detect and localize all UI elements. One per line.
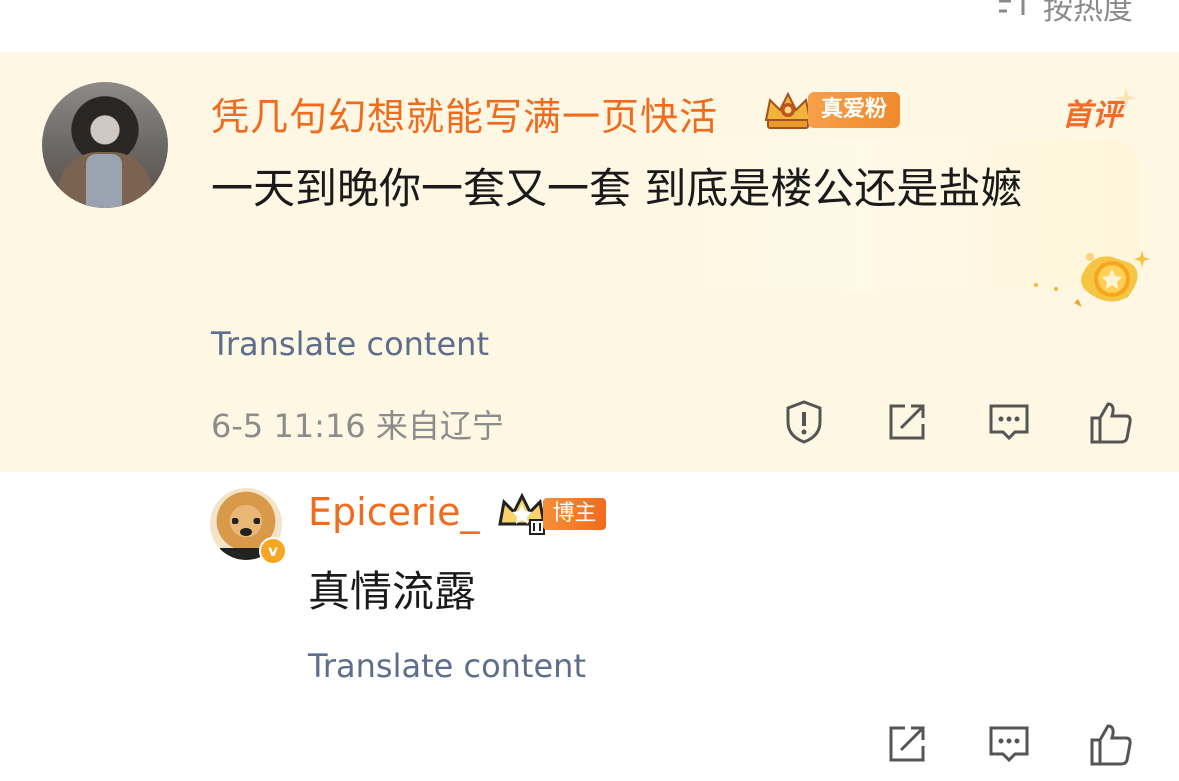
reply-username[interactable]: Epicerie_ — [308, 490, 480, 534]
translate-link[interactable]: Translate content — [211, 325, 489, 363]
sort-label: 按热度 — [1043, 0, 1133, 27]
like-icon[interactable] — [1086, 720, 1134, 768]
sparkle-icon — [1114, 86, 1138, 110]
comment-text: 一天到晚你一套又一套 到底是楼公还是盐嬷 — [211, 164, 1023, 213]
blogger-badge: 博主 — [543, 498, 606, 530]
share-icon[interactable] — [883, 720, 931, 768]
avatar[interactable] — [42, 82, 168, 208]
report-icon[interactable] — [780, 398, 828, 446]
sort-button[interactable]: 按热度 — [995, 0, 1133, 27]
crown-icon — [764, 91, 812, 129]
comment-icon[interactable] — [985, 720, 1033, 768]
crown-icon — [498, 492, 546, 535]
medal-icon — [1034, 251, 1150, 307]
share-icon[interactable] — [883, 398, 931, 446]
fan-badge: 真爱粉 — [808, 92, 900, 128]
comment-username[interactable]: 凭几句幻想就能写满一页快活 — [211, 86, 718, 141]
verified-icon: v — [259, 537, 287, 565]
reply-text: 真情流露 — [308, 567, 477, 616]
like-icon[interactable] — [1086, 398, 1134, 446]
translate-link[interactable]: Translate content — [308, 647, 586, 685]
comment-meta: 6-5 11:16 来自辽宁 — [211, 407, 504, 445]
comment-icon[interactable] — [985, 398, 1033, 446]
sort-icon — [995, 0, 1035, 27]
